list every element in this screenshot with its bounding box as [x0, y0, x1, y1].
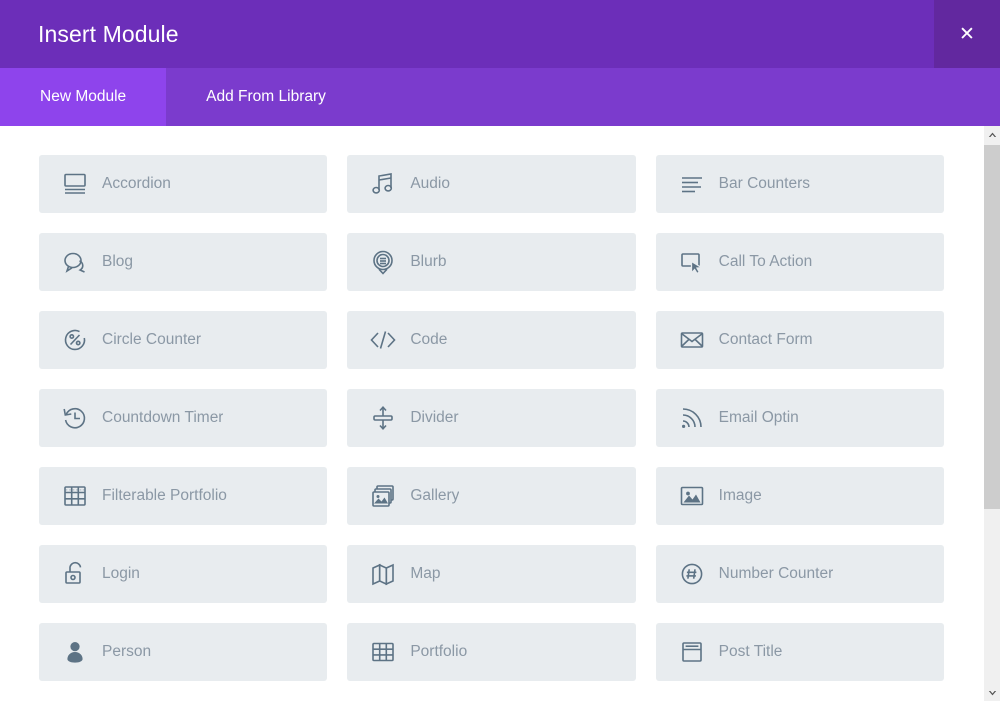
- post-title-icon: [675, 635, 709, 669]
- page-title: Insert Module: [38, 20, 179, 47]
- circle-counter-icon: [58, 323, 92, 357]
- module-tile-login[interactable]: Login: [39, 545, 328, 603]
- module-tile-label: Map: [410, 565, 441, 582]
- module-tile-contact-form[interactable]: Contact Form: [655, 311, 944, 369]
- module-tile-divider[interactable]: Divider: [347, 389, 636, 447]
- number-counter-icon: [675, 557, 709, 591]
- tab-add-from-library[interactable]: Add From Library: [166, 68, 366, 126]
- audio-icon: [366, 167, 400, 201]
- modal-header: Insert Module ✕: [0, 0, 1000, 68]
- module-tile-label: Login: [102, 565, 140, 582]
- contact-form-icon: [675, 323, 709, 357]
- module-tile-person[interactable]: Person: [39, 623, 328, 681]
- module-tile-label: Email Optin: [718, 409, 799, 426]
- tab-new-module-label: New Module: [40, 88, 127, 105]
- scrollbar-up-button[interactable]: [984, 126, 1000, 143]
- module-tile-label: Blurb: [410, 253, 447, 270]
- module-tile-call-to-action[interactable]: Call To Action: [655, 233, 944, 291]
- module-tile-blog[interactable]: Blog: [39, 233, 328, 291]
- scrollbar-thumb[interactable]: [984, 145, 1000, 509]
- module-tile-label: Post Title: [718, 643, 783, 660]
- scrollbar-down-button[interactable]: [984, 684, 1000, 701]
- insert-module-modal: Insert Module ✕ New Module Add From Libr…: [0, 0, 1000, 701]
- module-tile-email-optin[interactable]: Email Optin: [655, 389, 944, 447]
- modal-body: Accordion Audio Bar Counters Blog Blurb Call …: [0, 126, 1000, 701]
- code-icon: [366, 323, 400, 357]
- module-grid: Accordion Audio Bar Counters Blog Blurb Call …: [0, 126, 983, 701]
- module-tile-label: Blog: [102, 253, 134, 270]
- module-tile-label: Portfolio: [410, 643, 468, 660]
- module-tile-filterable-portfolio[interactable]: Filterable Portfolio: [39, 467, 328, 525]
- module-tile-post-title[interactable]: Post Title: [655, 623, 944, 681]
- module-tile-audio[interactable]: Audio: [347, 155, 636, 213]
- accordion-icon: [58, 167, 92, 201]
- person-icon: [58, 635, 92, 669]
- module-tile-label: Code: [410, 331, 448, 348]
- gallery-icon: [366, 479, 400, 513]
- close-button[interactable]: ✕: [934, 0, 1000, 68]
- divider-icon: [366, 401, 400, 435]
- module-tile-image[interactable]: Image: [655, 467, 944, 525]
- module-tile-label: Divider: [410, 409, 459, 426]
- module-tile-portfolio[interactable]: Portfolio: [347, 623, 636, 681]
- image-icon: [675, 479, 709, 513]
- module-tile-label: Call To Action: [718, 253, 813, 270]
- module-tile-blurb[interactable]: Blurb: [347, 233, 636, 291]
- scrollbar[interactable]: [983, 126, 1000, 701]
- map-icon: [366, 557, 400, 591]
- module-tile-label: Bar Counters: [718, 175, 810, 192]
- tab-bar: New Module Add From Library: [0, 68, 1000, 126]
- tab-add-from-library-label: Add From Library: [206, 88, 326, 105]
- module-tile-label: Image: [718, 487, 762, 504]
- module-tile-map[interactable]: Map: [347, 545, 636, 603]
- module-tile-label: Audio: [410, 175, 450, 192]
- filterable-portfolio-icon: [58, 479, 92, 513]
- module-tile-accordion[interactable]: Accordion: [39, 155, 328, 213]
- module-tile-label: Gallery: [410, 487, 460, 504]
- module-tile-label: Accordion: [102, 175, 171, 192]
- portfolio-icon: [366, 635, 400, 669]
- call-to-action-icon: [675, 245, 709, 279]
- module-tile-label: Number Counter: [718, 565, 834, 582]
- module-tile-circle-counter[interactable]: Circle Counter: [39, 311, 328, 369]
- countdown-timer-icon: [58, 401, 92, 435]
- bar-counters-icon: [675, 167, 709, 201]
- module-tile-label: Filterable Portfolio: [102, 487, 227, 504]
- module-tile-number-counter[interactable]: Number Counter: [655, 545, 944, 603]
- login-icon: [58, 557, 92, 591]
- module-tile-countdown-timer[interactable]: Countdown Timer: [39, 389, 328, 447]
- module-tile-label: Circle Counter: [102, 331, 202, 348]
- module-tile-code[interactable]: Code: [347, 311, 636, 369]
- module-tile-label: Person: [102, 643, 152, 660]
- close-icon: ✕: [959, 22, 975, 45]
- module-tile-gallery[interactable]: Gallery: [347, 467, 636, 525]
- module-tile-label: Contact Form: [718, 331, 813, 348]
- email-optin-icon: [675, 401, 709, 435]
- blurb-icon: [366, 245, 400, 279]
- module-tile-bar-counters[interactable]: Bar Counters: [655, 155, 944, 213]
- module-tile-label: Countdown Timer: [102, 409, 224, 426]
- blog-icon: [58, 245, 92, 279]
- tab-new-module[interactable]: New Module: [0, 68, 167, 126]
